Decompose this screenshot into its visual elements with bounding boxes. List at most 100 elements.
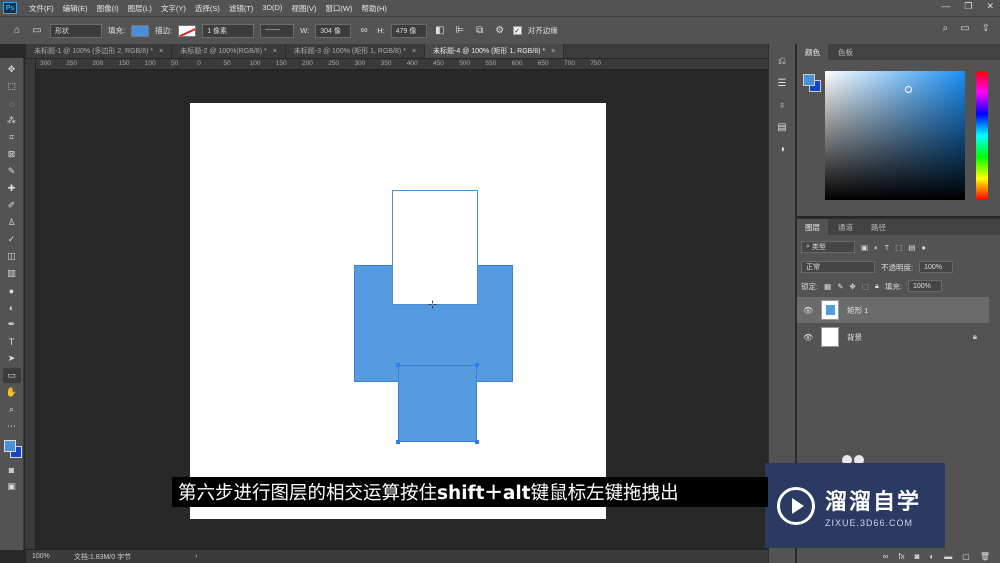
menu-type[interactable]: 文字(Y) — [161, 3, 186, 14]
width-field[interactable]: 304 像 — [315, 23, 352, 38]
history-panel-icon[interactable]: ⎌ — [774, 54, 790, 68]
move-tool-icon[interactable]: ✥ — [3, 62, 21, 77]
path-operations-icon[interactable]: ◧ — [433, 24, 447, 38]
filter-toggle-icon[interactable]: ● — [921, 243, 926, 252]
fill-swatch[interactable] — [131, 24, 150, 37]
color-picker-marker[interactable] — [905, 86, 912, 93]
adjustments-panel-icon[interactable]: ◑ — [774, 142, 790, 156]
fill-field[interactable]: 100% — [907, 280, 942, 292]
close-icon[interactable]: × — [159, 48, 163, 55]
rectangle-tool-preset-icon[interactable]: ▭ — [30, 24, 44, 38]
lock-position-icon[interactable]: ✥ — [849, 282, 855, 291]
layer-row-rectangle-1[interactable]: 👁︎ 矩形 1 — [797, 297, 989, 323]
marquee-tool-icon[interactable]: ⬚ — [3, 79, 21, 94]
foreground-color-swatch[interactable] — [3, 440, 16, 452]
filter-shape-icon[interactable]: ⬚ — [895, 243, 902, 252]
new-group-icon[interactable]: ▬ — [944, 552, 952, 561]
eye-icon[interactable]: 👁︎ — [803, 333, 813, 342]
share-icon[interactable]: ⇪ — [982, 23, 990, 34]
screen-mode-icon[interactable]: ▣ — [3, 479, 21, 494]
tab-paths[interactable]: 路径 — [863, 219, 894, 235]
trash-icon[interactable]: 🗑︎ — [980, 552, 990, 561]
crop-tool-icon[interactable]: ⌗ — [3, 130, 21, 145]
eraser-tool-icon[interactable]: ◫ — [3, 249, 21, 264]
healing-brush-tool-icon[interactable]: ✚ — [3, 181, 21, 196]
zoom-level[interactable]: 100% — [32, 553, 50, 560]
menu-help[interactable]: 帮助(H) — [362, 3, 387, 14]
type-tool-icon[interactable]: T — [3, 334, 21, 349]
tab-swatches[interactable]: 色板 — [830, 44, 861, 60]
document-canvas[interactable]: ⊹ — [190, 103, 606, 519]
menu-view[interactable]: 视图(V) — [291, 3, 316, 14]
link-icon[interactable]: ∞ — [357, 24, 371, 38]
blur-tool-icon[interactable]: ● — [3, 283, 21, 298]
gradient-tool-icon[interactable]: ▥ — [3, 266, 21, 281]
close-button[interactable]: ✕ — [986, 1, 994, 12]
dragged-rectangle-copy[interactable] — [398, 365, 477, 442]
search-icon[interactable]: ⌕ — [943, 23, 949, 34]
eye-icon[interactable]: 👁︎ — [803, 306, 813, 315]
zoom-tool-icon[interactable]: ⌕ — [3, 402, 21, 417]
menu-window[interactable]: 窗口(W) — [325, 3, 352, 14]
tab-layers[interactable]: 图层 — [797, 219, 828, 235]
align-edges-checkbox[interactable]: ✓ — [512, 26, 522, 35]
filter-pixel-icon[interactable]: ▣ — [861, 243, 868, 252]
opacity-field[interactable]: 100% — [919, 261, 954, 273]
menu-image[interactable]: 图像(I) — [97, 3, 119, 14]
close-icon[interactable]: × — [551, 48, 555, 55]
magic-wand-tool-icon[interactable]: ⁂ — [3, 113, 21, 128]
lock-transparency-icon[interactable]: ▦ — [824, 282, 831, 291]
learn-panel-icon[interactable]: ♁ — [774, 98, 790, 112]
lock-pixels-icon[interactable]: ✎ — [837, 282, 843, 291]
tab-document-1[interactable]: 未标题-1 @ 100% (多边形 2, RGB/8) * × — [26, 44, 173, 58]
workspace-icon[interactable]: ▭ — [960, 23, 969, 34]
dodge-tool-icon[interactable]: ◐ — [3, 300, 21, 315]
status-arrow-icon[interactable]: › — [195, 553, 197, 560]
history-brush-tool-icon[interactable]: ✓ — [3, 232, 21, 247]
kind-filter-select[interactable]: ⌕ 类型 — [801, 241, 855, 253]
home-icon[interactable]: ⌂ — [10, 24, 24, 38]
height-field[interactable]: 479 像 — [390, 23, 427, 38]
tab-document-3[interactable]: 未标题-3 @ 100% (矩形 1, RGB/8) * × — [286, 44, 426, 58]
link-layers-icon[interactable]: ∞ — [883, 552, 889, 561]
new-layer-icon[interactable]: ▢ — [962, 552, 970, 561]
color-picker-field[interactable] — [825, 71, 965, 200]
close-icon[interactable]: × — [412, 48, 416, 55]
anchor-handle[interactable] — [475, 440, 479, 444]
rectangle-tool-icon[interactable]: ▭ — [2, 368, 21, 383]
path-selection-tool-icon[interactable]: ➤ — [3, 351, 21, 366]
layer-row-background[interactable]: 👁︎ 背景 🔒︎ — [797, 324, 989, 350]
menu-edit[interactable]: 编辑(E) — [63, 3, 88, 14]
hand-tool-icon[interactable]: ✋ — [3, 385, 21, 400]
anchor-handle[interactable] — [475, 363, 479, 367]
menu-select[interactable]: 选择(S) — [195, 3, 220, 14]
anchor-handle[interactable] — [396, 440, 400, 444]
layer-style-icon[interactable]: fx — [898, 552, 904, 561]
eyedropper-tool-icon[interactable]: ✎ — [3, 164, 21, 179]
quick-mask-icon[interactable]: ◙ — [3, 462, 21, 477]
tab-color[interactable]: 颜色 — [797, 44, 828, 60]
path-alignment-icon[interactable]: ⊫ — [453, 24, 467, 38]
restore-button[interactable]: ❐ — [964, 1, 972, 12]
frame-tool-icon[interactable]: ⊠ — [3, 147, 21, 162]
stroke-type-select[interactable]: ─── — [260, 23, 295, 38]
panel-foreground-chip[interactable] — [803, 74, 815, 86]
anchor-handle[interactable] — [396, 363, 400, 367]
menu-3d[interactable]: 3D(D) — [262, 3, 282, 14]
lasso-tool-icon[interactable]: ◌ — [3, 96, 21, 111]
menu-layer[interactable]: 图层(L) — [128, 3, 152, 14]
filter-type-icon[interactable]: T — [885, 243, 890, 252]
filter-smart-object-icon[interactable]: ▤ — [908, 243, 915, 252]
adjustment-layer-icon[interactable]: ◐ — [929, 552, 934, 561]
pen-tool-icon[interactable]: ✒ — [3, 317, 21, 332]
add-mask-icon[interactable]: ◙ — [915, 552, 920, 561]
more-tools-icon[interactable]: ⋯ — [3, 419, 21, 434]
filter-adjustment-icon[interactable]: ◐ — [874, 243, 879, 252]
stroke-width-field[interactable]: 1 像素 — [202, 23, 255, 38]
path-arrangement-icon[interactable]: ⧉ — [473, 24, 487, 38]
menu-filter[interactable]: 滤镜(T) — [229, 3, 254, 14]
clone-stamp-tool-icon[interactable]: ♙ — [3, 215, 21, 230]
minimize-button[interactable]: — — [941, 1, 950, 12]
close-icon[interactable]: × — [273, 48, 277, 55]
menu-file[interactable]: 文件(F) — [29, 3, 54, 14]
